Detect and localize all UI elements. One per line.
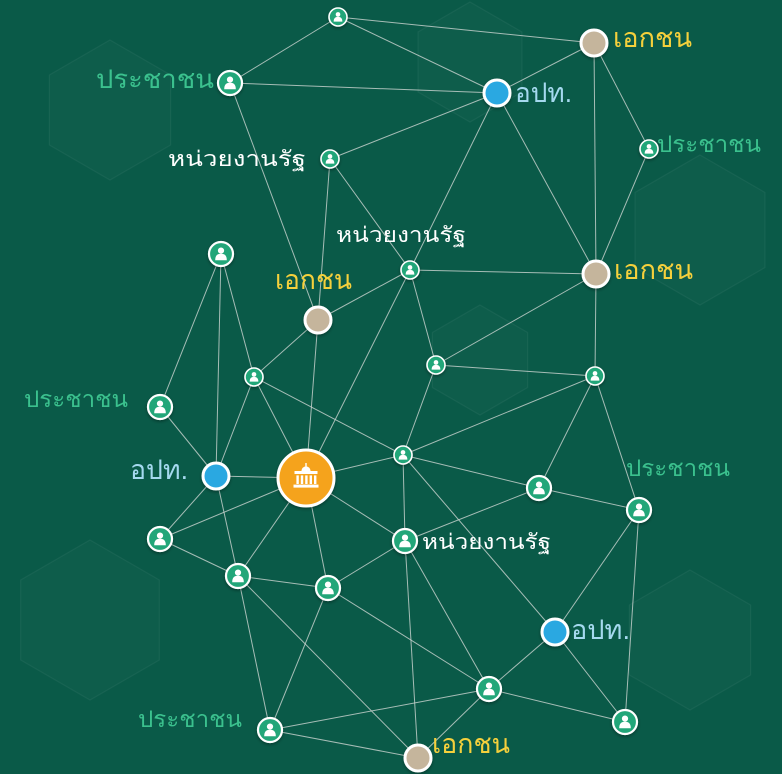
label-private-sector: เอกชน: [613, 23, 692, 53]
building-roof: [294, 471, 318, 474]
citizen-node: [426, 355, 446, 375]
label-citizen: ประชาชน: [657, 131, 761, 157]
person-head: [335, 12, 341, 17]
building-column: [314, 475, 317, 484]
network-diagram: ประชาชน ประชาชน ประชาชน ประชาชน ประชาชน …: [0, 0, 782, 774]
label-local-government: อปท.: [130, 455, 188, 485]
government-hub-node: [276, 448, 336, 508]
node-circle: [201, 461, 231, 491]
citizen-node: [314, 574, 342, 602]
local-government-node: [540, 617, 570, 647]
building-column: [296, 475, 299, 484]
private-sector-node: [581, 259, 611, 289]
building-column: [309, 475, 312, 484]
citizen-node: [146, 393, 174, 421]
building-base: [293, 484, 319, 488]
node-circle: [403, 743, 433, 773]
person-head: [156, 532, 164, 539]
citizen-node: [244, 367, 264, 387]
citizen-node: [639, 139, 659, 159]
label-citizen: ประชาชน: [626, 455, 730, 481]
citizen-node: [525, 474, 553, 502]
node-circle: [303, 305, 333, 335]
person-head: [535, 481, 543, 488]
person-head: [401, 534, 409, 541]
person-head: [156, 400, 164, 407]
citizen-node: [207, 240, 235, 268]
person-head: [485, 682, 493, 689]
citizen-node: [400, 260, 420, 280]
label-local-government: อปท.: [515, 78, 572, 108]
private-sector-node: [403, 743, 433, 773]
local-government-node: [482, 78, 512, 108]
citizen-node: [625, 496, 653, 524]
label-government-agency: หน่วยงานรัฐ: [336, 224, 466, 247]
person-head: [635, 503, 643, 510]
person-head: [217, 247, 225, 254]
person-head: [327, 154, 333, 159]
label-private-sector: เอกชน: [275, 265, 352, 295]
building-column: [300, 475, 304, 484]
citizen-node: [393, 445, 413, 465]
citizen-node: [224, 562, 252, 590]
person-head: [646, 144, 652, 149]
person-head: [266, 723, 274, 730]
person-head: [234, 569, 242, 576]
citizen-node: [256, 716, 284, 744]
person-head: [433, 360, 439, 365]
building-column: [305, 475, 308, 484]
person-head: [621, 715, 629, 722]
label-citizen: ประชาชน: [138, 706, 242, 732]
node-circle: [581, 259, 611, 289]
private-sector-node: [303, 305, 333, 335]
citizen-node: [146, 525, 174, 553]
person-head: [251, 372, 257, 377]
node-circle: [540, 617, 570, 647]
label-private-sector: เอกชน: [614, 255, 693, 285]
node-circle: [579, 28, 609, 58]
person-head: [592, 371, 598, 376]
citizen-node: [585, 366, 605, 386]
citizen-node: [475, 675, 503, 703]
person-head: [407, 265, 413, 270]
citizen-node: [320, 149, 340, 169]
citizen-node: [216, 69, 244, 97]
citizen-node: [391, 527, 419, 555]
citizen-node: [328, 7, 348, 27]
person-head: [400, 450, 406, 455]
person-head: [324, 581, 332, 588]
label-citizen: ประชาชน: [24, 386, 128, 412]
label-local-government: อปท.: [571, 615, 630, 645]
person-head: [226, 76, 234, 83]
private-sector-node: [579, 28, 609, 58]
label-government-agency: หน่วยงานรัฐ: [168, 148, 306, 171]
local-government-node: [201, 461, 231, 491]
node-circle: [482, 78, 512, 108]
label-private-sector: เอกชน: [432, 729, 510, 759]
citizen-node: [611, 708, 639, 736]
label-government-agency: หน่วยงานรัฐ: [422, 531, 551, 554]
label-citizen: ประชาชน: [96, 64, 214, 94]
